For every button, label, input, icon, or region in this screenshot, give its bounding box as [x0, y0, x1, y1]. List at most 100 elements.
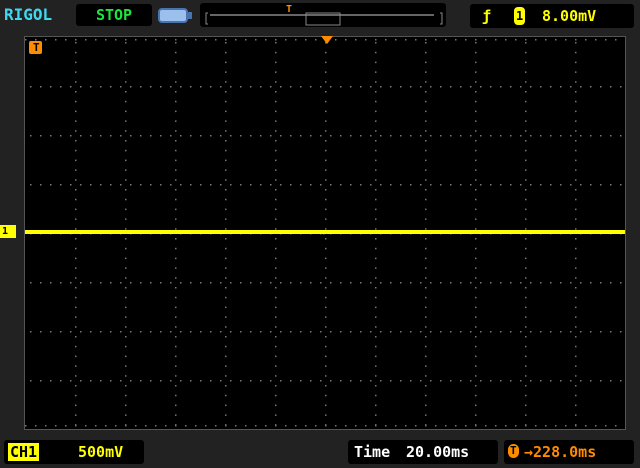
grid-dot	[425, 159, 427, 162]
grid-dot	[475, 336, 477, 338]
grid-dot	[200, 282, 202, 284]
grid-dot	[510, 331, 512, 333]
grid-dot	[550, 331, 552, 333]
grid-dot	[585, 425, 587, 427]
grid-dot	[530, 331, 532, 333]
grid-dot	[575, 247, 577, 250]
grid-dot	[275, 355, 277, 358]
grid-dot	[40, 331, 42, 333]
grid-dot	[575, 39, 577, 41]
run-status[interactable]: STOP	[76, 4, 152, 26]
grid-dot	[325, 91, 327, 93]
grid-dot	[75, 198, 77, 201]
grid-dot	[475, 277, 477, 279]
grid-dot	[565, 425, 567, 427]
grid-dot	[375, 218, 377, 220]
grid-dot	[50, 135, 52, 137]
grid-dot	[85, 425, 87, 427]
grid-dot	[350, 184, 352, 186]
grid-dot	[425, 39, 427, 41]
trigger-time-marker[interactable]	[321, 36, 333, 44]
trigger-level-flag[interactable]: T	[29, 41, 42, 54]
trigger-source-badge: 1	[514, 7, 526, 25]
grid-dot	[575, 385, 577, 387]
grid-dot	[300, 380, 302, 382]
grid-dot	[175, 110, 177, 113]
grid-dot	[90, 331, 92, 333]
grid-dot	[160, 380, 162, 382]
grid-dot	[60, 380, 62, 382]
waveform-display[interactable]: T	[24, 36, 626, 430]
grid-dot	[315, 39, 317, 41]
grid-dot	[75, 238, 77, 240]
grid-dot	[475, 296, 477, 299]
grid-dot	[475, 208, 477, 211]
grid-dot	[425, 326, 427, 328]
grid-dot	[525, 355, 527, 358]
grid-dot	[245, 39, 247, 41]
grid-dot	[575, 316, 577, 318]
grid-dot	[285, 39, 287, 41]
grid-dot	[340, 380, 342, 382]
grid-dot	[600, 184, 602, 186]
grid-dot	[420, 86, 422, 88]
grid-dot	[500, 331, 502, 333]
grid-dot	[225, 110, 227, 113]
grid-dot	[230, 184, 232, 186]
memory-overview[interactable]: T	[200, 3, 446, 27]
grid-dot	[430, 331, 432, 333]
grid-dot	[275, 267, 277, 269]
grid-dot	[225, 414, 227, 416]
grid-dot	[320, 331, 322, 333]
grid-dot	[340, 135, 342, 137]
grid-dot	[150, 86, 152, 88]
grid-dot	[375, 61, 377, 64]
grid-dot	[490, 184, 492, 186]
grid-dot	[70, 135, 72, 137]
grid-dot	[325, 257, 327, 260]
grid-dot	[290, 380, 292, 382]
grid-dot	[145, 39, 147, 41]
grid-dot	[275, 257, 277, 260]
grid-dot	[405, 425, 407, 427]
trigger-info[interactable]: ƒ 1 8.00mV	[470, 4, 634, 28]
grid-dot	[375, 208, 377, 211]
grid-dot	[375, 336, 377, 338]
grid-dot	[80, 184, 82, 186]
grid-dot	[225, 228, 227, 230]
grid-dot	[225, 238, 227, 240]
grid-dot	[205, 39, 207, 41]
grid-dot	[410, 282, 412, 284]
grid-dot	[375, 425, 377, 427]
grid-dot	[310, 331, 312, 333]
ch1-offset-marker[interactable]: 1	[0, 225, 16, 238]
timebase[interactable]: Time 20.00ms	[348, 440, 498, 464]
grid-dot	[125, 71, 127, 73]
grid-dot	[225, 208, 227, 211]
trigger-offset[interactable]: T →228.0ms	[504, 440, 634, 464]
grid-dot	[575, 169, 577, 171]
grid-dot	[345, 39, 347, 41]
channel-scale[interactable]: CH1 500mV	[4, 440, 144, 464]
grid-dot	[425, 91, 427, 93]
grid-dot	[535, 39, 537, 41]
grid-dot	[325, 198, 327, 201]
grid-dot	[280, 331, 282, 333]
grid-dot	[375, 51, 377, 54]
grid-dot	[130, 135, 132, 137]
grid-dot	[75, 316, 77, 318]
grid-dot	[175, 81, 177, 83]
grid-dot	[260, 86, 262, 88]
grid-dot	[160, 282, 162, 284]
grid-dot	[280, 282, 282, 284]
grid-dot	[500, 86, 502, 88]
grid-dot	[525, 306, 527, 309]
grid-dot	[185, 425, 187, 427]
grid-dot	[475, 425, 477, 427]
grid-dot	[140, 380, 142, 382]
vertical-scale: 500mV	[78, 443, 124, 461]
grid-dot	[240, 282, 242, 284]
grid-dot	[400, 86, 402, 88]
grid-dot	[325, 238, 327, 240]
grid-dot	[620, 86, 622, 88]
